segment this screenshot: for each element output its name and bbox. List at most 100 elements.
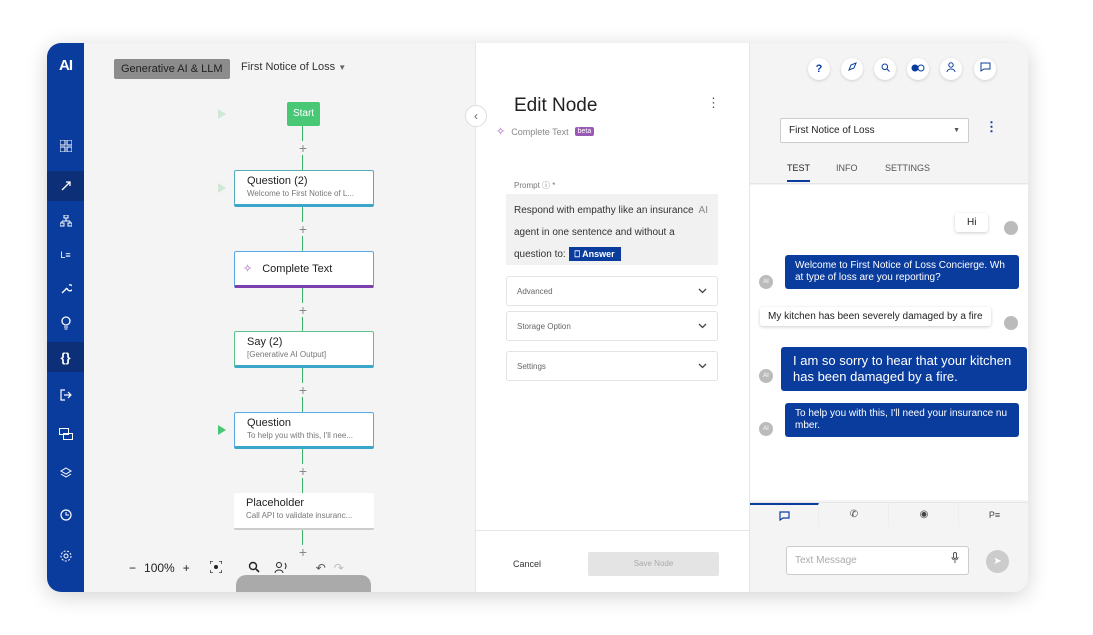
bot-message: To help you with this, I'll need your in… xyxy=(785,403,1019,437)
channel-tabs: ✆ ◉ P≡ xyxy=(750,502,1028,527)
more-options-icon[interactable]: ⋮ xyxy=(985,120,998,133)
chat-test-panel: ? First Notice of Loss ▼ ⋮ TEST INFO SET… xyxy=(749,43,1028,592)
tab-bar: TEST INFO SETTINGS xyxy=(750,154,1028,184)
answer-tag-label: Answer xyxy=(582,249,615,259)
storage-option-section[interactable]: Storage Option xyxy=(506,311,718,341)
tab-settings[interactable]: SETTINGS xyxy=(885,163,930,173)
node-subtitle: Welcome to First Notice of L... xyxy=(247,189,354,198)
add-node-button[interactable]: + xyxy=(296,464,310,478)
sidebar: AI L≡ {} xyxy=(47,43,84,592)
variable-icon: ⎕ xyxy=(574,249,580,259)
code-braces-icon[interactable]: {} xyxy=(47,342,84,372)
panel-title: Edit Node xyxy=(514,95,598,116)
node-question[interactable]: Question To help you with this, I'll nee… xyxy=(234,412,374,449)
list-icon[interactable]: L≡ xyxy=(47,240,84,270)
add-node-button[interactable]: + xyxy=(296,383,310,397)
fit-screen-icon[interactable] xyxy=(209,559,223,576)
node-placeholder[interactable]: Placeholder Call API to validate insuran… xyxy=(234,493,374,530)
selected-flow: First Notice of Loss xyxy=(789,125,875,136)
compass-icon[interactable] xyxy=(841,58,863,80)
chevron-down-icon: ▼ xyxy=(338,63,347,72)
user-avatar xyxy=(1004,221,1018,235)
required-mark: * xyxy=(552,181,556,190)
zoom-out-button[interactable]: − xyxy=(129,561,136,575)
node-title: Complete Text xyxy=(262,262,333,275)
node-type: ✧ Complete Text beta xyxy=(496,125,595,138)
add-node-button[interactable]: + xyxy=(296,222,310,236)
bottom-panel-handle[interactable] xyxy=(236,575,371,592)
start-node[interactable]: Start xyxy=(287,102,320,126)
chat-icon[interactable] xyxy=(974,58,996,80)
toggle-icon[interactable] xyxy=(907,58,929,80)
layers-icon[interactable] xyxy=(47,458,84,488)
play-icon[interactable] xyxy=(218,183,226,193)
send-icon[interactable]: ➤ xyxy=(986,550,1009,573)
info-icon[interactable]: ⓘ xyxy=(542,181,550,190)
wrench-icon[interactable] xyxy=(47,274,84,304)
settings-icon[interactable] xyxy=(47,541,84,571)
logo: AI xyxy=(59,57,73,74)
message-list[interactable]: Hi AI Welcome to First Notice of Loss Co… xyxy=(750,185,1028,500)
pe-channel-tab[interactable]: P≡ xyxy=(960,503,1028,527)
node-question-2[interactable]: Question (2) Welcome to First Notice of … xyxy=(234,170,374,207)
prompt-label: Prompt xyxy=(514,181,540,190)
beta-badge: beta xyxy=(574,127,595,136)
help-icon[interactable]: ? xyxy=(808,58,830,80)
undo-icon[interactable]: ↶ xyxy=(316,561,326,575)
text-message-input[interactable]: Text Message xyxy=(786,546,969,575)
node-title: Question (2) xyxy=(247,175,308,187)
sparkle-icon: ✧ xyxy=(496,126,506,138)
play-icon[interactable] xyxy=(218,425,226,435)
bot-avatar: AI xyxy=(759,369,773,383)
zoom-level: 100% xyxy=(144,561,175,575)
bulb-icon[interactable] xyxy=(47,308,84,338)
rocket-icon[interactable] xyxy=(47,171,84,201)
advanced-section[interactable]: Advanced xyxy=(506,276,718,306)
edit-node-panel: ‹ Edit Node ⋮ ✧ Complete Text beta Promp… xyxy=(465,43,750,592)
flow-dropdown[interactable]: First Notice of Loss ▼ xyxy=(241,61,346,73)
grid-icon[interactable] xyxy=(47,131,84,161)
clock-icon[interactable] xyxy=(47,500,84,530)
answer-variable-tag[interactable]: ⎕ Answer xyxy=(568,247,621,261)
flow-canvas[interactable]: Generative AI & LLM First Notice of Loss… xyxy=(84,43,475,592)
add-node-button[interactable]: + xyxy=(296,141,310,155)
microphone-icon[interactable] xyxy=(951,548,959,575)
save-node-button[interactable]: Save Node xyxy=(588,552,719,576)
ai-assist-icon[interactable]: AI xyxy=(699,200,708,222)
redo-icon[interactable]: ↷ xyxy=(334,561,344,575)
chat-boxes-icon[interactable] xyxy=(47,419,84,449)
prompt-field[interactable]: Respond with empathy like an insurance a… xyxy=(506,194,718,265)
sitemap-icon[interactable] xyxy=(47,206,84,236)
zoom-in-button[interactable]: + xyxy=(183,561,190,575)
tab-info[interactable]: INFO xyxy=(836,163,858,173)
node-type-label: Complete Text xyxy=(511,126,569,137)
logout-icon[interactable] xyxy=(47,380,84,410)
node-subtitle: To help you with this, I'll nee... xyxy=(247,431,354,440)
flow-select[interactable]: First Notice of Loss ▼ xyxy=(780,118,969,143)
user-icon[interactable] xyxy=(940,58,962,80)
search-icon[interactable] xyxy=(874,58,896,80)
chat-channel-tab[interactable] xyxy=(750,503,819,527)
tab-test[interactable]: TEST xyxy=(787,163,811,182)
collapse-panel-button[interactable]: ‹ xyxy=(465,105,487,127)
voice-icon[interactable] xyxy=(274,561,288,576)
node-complete-text[interactable]: ✧ Complete Text xyxy=(234,251,374,288)
breadcrumb-tag[interactable]: Generative AI & LLM xyxy=(114,59,230,79)
node-say-2[interactable]: Say (2) [Generative AI Output] xyxy=(234,331,374,368)
sparkle-icon: ✧ xyxy=(243,263,253,275)
more-options-icon[interactable]: ⋮ xyxy=(707,96,720,109)
settings-section[interactable]: Settings xyxy=(506,351,718,381)
app-window: AI L≡ {} Generative AI & LLM First Notic… xyxy=(47,43,1028,592)
user-avatar xyxy=(1004,316,1018,330)
play-icon[interactable] xyxy=(218,109,226,119)
section-label: Advanced xyxy=(517,286,553,296)
chevron-down-icon xyxy=(698,322,707,331)
search-icon[interactable] xyxy=(248,561,260,576)
node-title: Question xyxy=(247,417,292,429)
add-node-button[interactable]: + xyxy=(296,303,310,317)
phone-channel-tab[interactable]: ✆ xyxy=(820,503,889,527)
cancel-button[interactable]: Cancel xyxy=(513,559,541,569)
prompt-label-row: Prompt ⓘ * xyxy=(514,180,555,191)
chevron-down-icon xyxy=(698,287,707,296)
record-channel-tab[interactable]: ◉ xyxy=(890,503,959,527)
